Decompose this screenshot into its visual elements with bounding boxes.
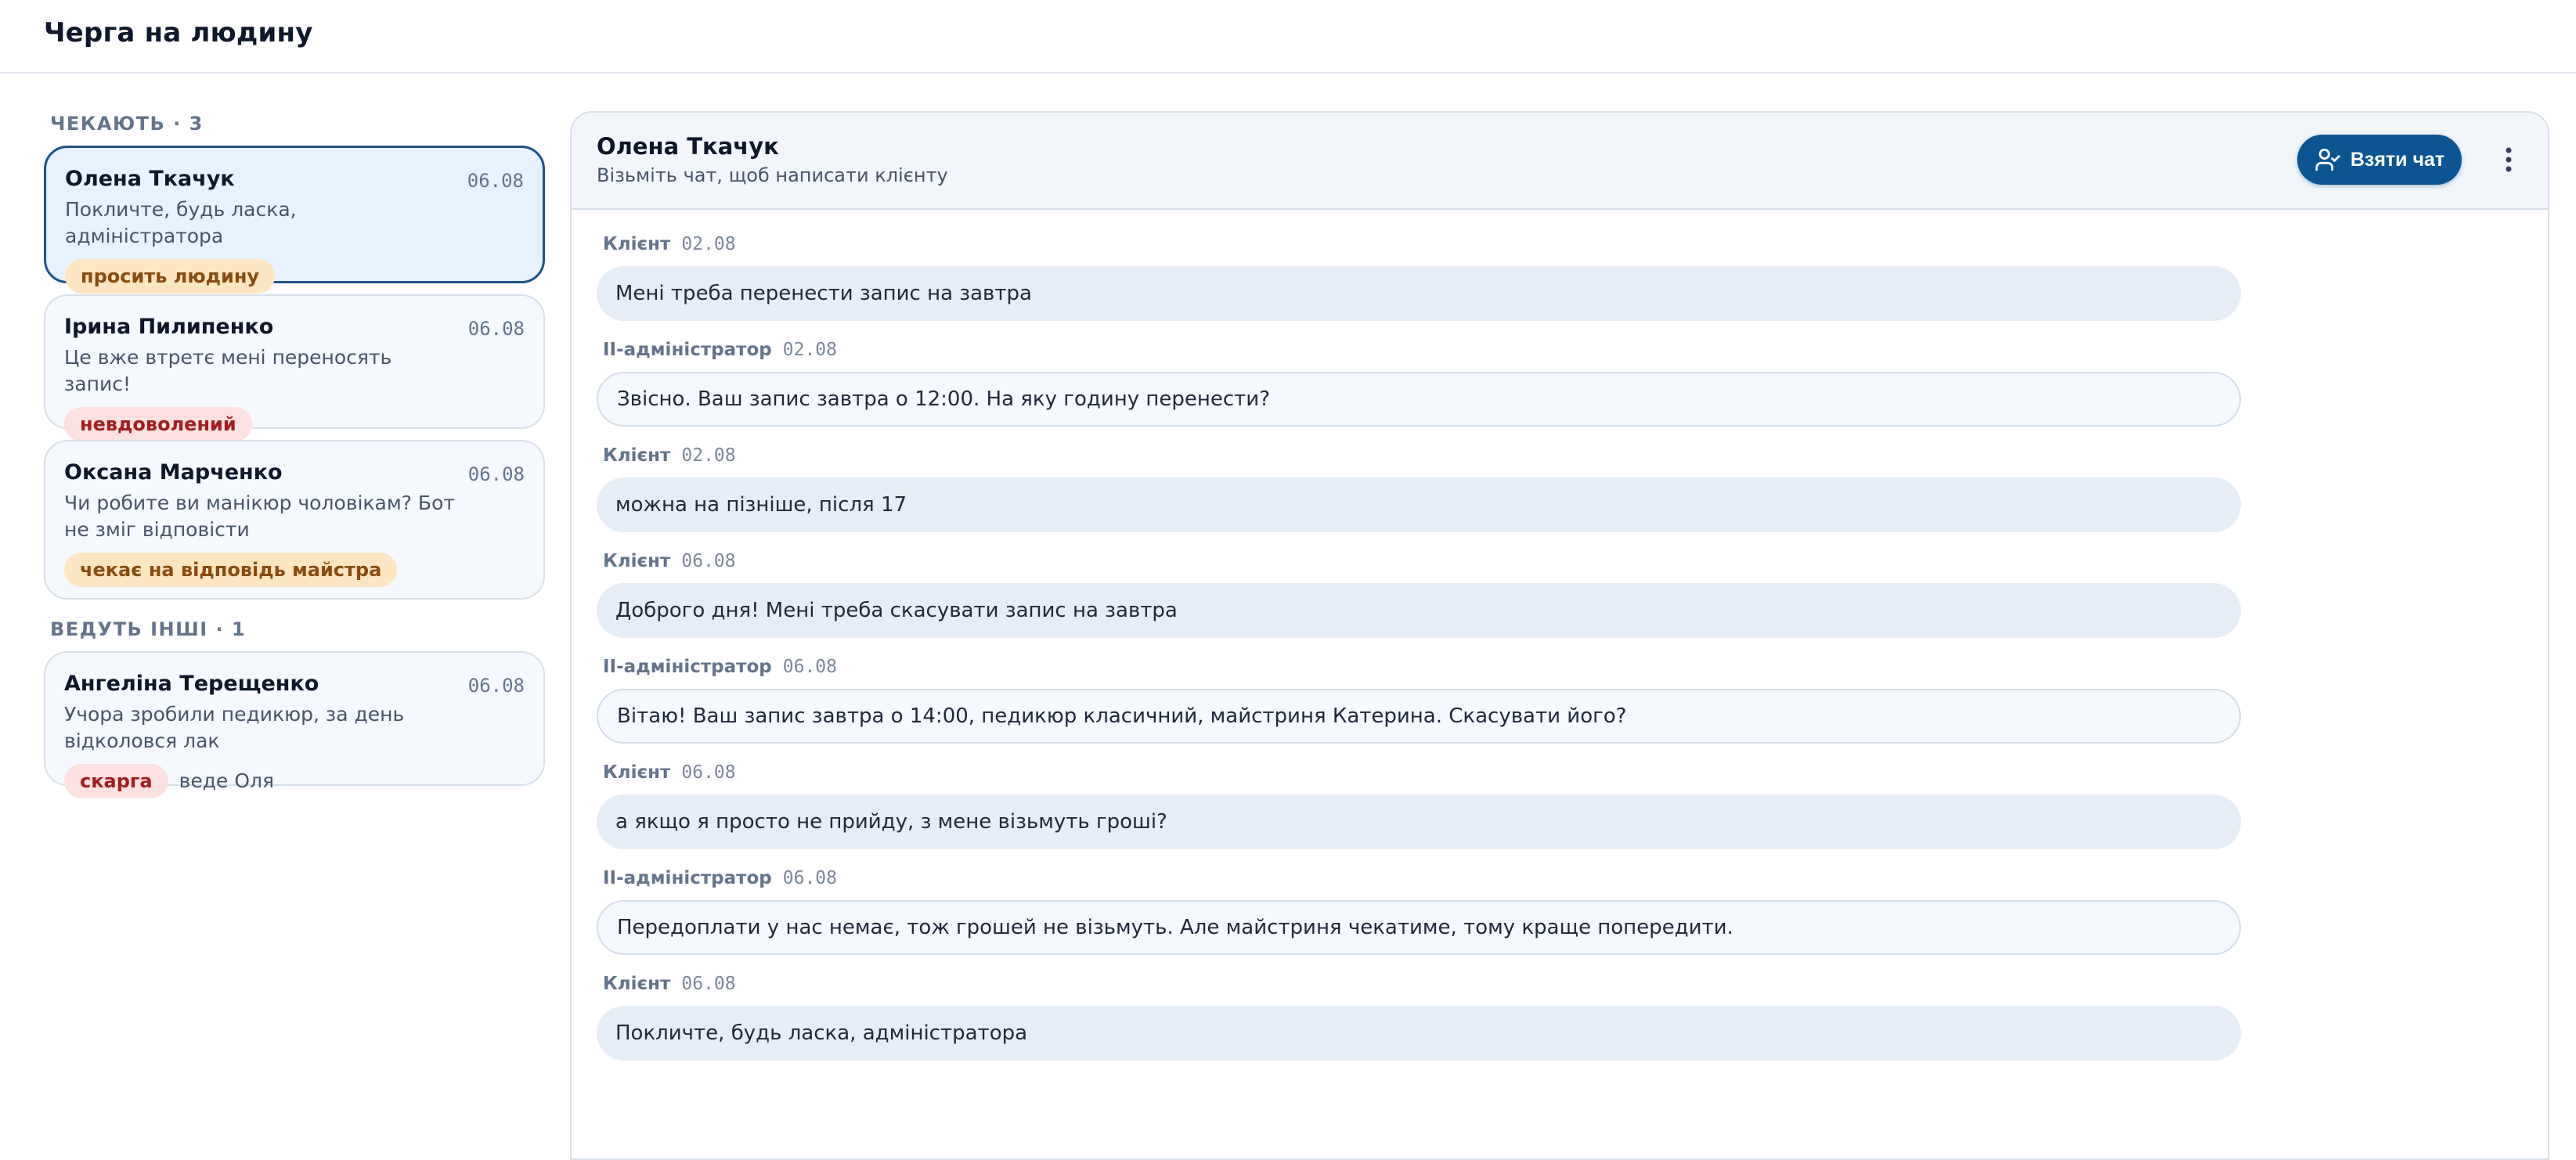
- more-vertical-icon: [2506, 147, 2512, 172]
- take-chat-button[interactable]: Взяти чат: [2297, 135, 2462, 185]
- chat-panel: Олена Ткачук Візьміть чат, щоб написати …: [570, 111, 2549, 1160]
- message-bubble: а якщо я просто не прийду, з мене візьму…: [597, 794, 2241, 849]
- message-time: 06.08: [681, 762, 736, 783]
- card-owner: веде Оля: [179, 769, 275, 792]
- message-sender: Клієнт: [603, 234, 671, 254]
- status-badge: невдоволений: [64, 407, 252, 441]
- user-check-icon: [2315, 148, 2340, 171]
- message-time: 06.08: [782, 657, 838, 677]
- card-name: Олена Ткачук: [65, 167, 235, 191]
- message: Клієнт 06.08 а якщо я просто не прийду, з…: [597, 758, 2241, 864]
- card-name: Ангеліна Терещенко: [64, 672, 319, 696]
- message-time: 06.08: [681, 551, 736, 571]
- message-sender: ІІ-адміністратор: [603, 340, 772, 360]
- card-date: 06.08: [467, 675, 525, 697]
- card-name: Оксана Марченко: [64, 460, 283, 485]
- queue-card[interactable]: Ангеліна Терещенко 06.08 Учора зробили п…: [44, 651, 545, 798]
- message-bubble: можна на пізніше, після 17: [597, 477, 2241, 532]
- message-bubble: Звісно. Ваш запис завтра о 12:00. На яку…: [597, 372, 2241, 427]
- message-sender: Клієнт: [603, 762, 671, 783]
- message-bubble: Мені треба перенести запис на завтра: [597, 266, 2241, 321]
- message-time: 06.08: [681, 974, 736, 994]
- status-badge: скарга: [64, 764, 168, 798]
- card-preview: Покличте, будь ласка, адміністратора: [65, 198, 297, 247]
- message: Клієнт 02.08 можна на пізніше, після 17: [597, 441, 2241, 547]
- message-bubble: Передоплати у нас немає, тож грошей не в…: [597, 900, 2241, 955]
- status-badge: просить людину: [65, 259, 276, 294]
- message: ІІ-адміністратор 02.08 Звісно. Ваш запис …: [597, 336, 2241, 441]
- queue-card[interactable]: Оксана Марченко 06.08 Чи робите ви манік…: [44, 440, 545, 600]
- top-bar: Черга на людину: [0, 0, 2576, 74]
- card-preview: Це вже втретє мені переносять запис!: [64, 346, 392, 395]
- card-name: Ірина Пилипенко: [64, 315, 274, 339]
- waiting-section-label: ЧЕКАЮТЬ · 3: [50, 113, 204, 135]
- chat-contact-name: Олена Ткачук: [597, 133, 779, 160]
- message-sender: Клієнт: [603, 974, 671, 994]
- message-sender: ІІ-адміністратор: [603, 657, 772, 677]
- message: Клієнт 06.08 Доброго дня! Мені треба скас…: [597, 547, 2241, 653]
- page-title: Черга на людину: [44, 17, 313, 49]
- message-time: 02.08: [782, 340, 838, 360]
- message-time: 02.08: [681, 234, 736, 254]
- message: ІІ-адміністратор 06.08 Вітаю! Ваш запис з…: [597, 653, 2241, 758]
- chat-subtitle: Візьміть чат, щоб написати клієнту: [597, 164, 948, 186]
- card-preview: Чи робите ви манікюр чоловікам? Бот не з…: [64, 492, 455, 541]
- message-time: 02.08: [681, 445, 736, 466]
- more-options-button[interactable]: [2493, 144, 2524, 175]
- message: ІІ-адміністратор 06.08 Передоплати у нас …: [597, 864, 2241, 970]
- message-bubble: Вітаю! Ваш запис завтра о 14:00, педикюр…: [597, 689, 2241, 744]
- card-date: 06.08: [467, 318, 525, 340]
- card-date: 06.08: [467, 463, 525, 485]
- card-date: 06.08: [467, 170, 524, 192]
- message-list: Клієнт 02.08 Мені треба перенести запис н…: [597, 230, 2241, 1075]
- status-badge: чекає на відповідь майстра: [64, 553, 398, 587]
- chat-header: Олена Ткачук Візьміть чат, щоб написати …: [572, 113, 2548, 210]
- message-bubble: Покличте, будь ласка, адміністратора: [597, 1006, 2241, 1061]
- message-sender: Клієнт: [603, 445, 671, 466]
- queue-card[interactable]: Ірина Пилипенко 06.08 Це вже втретє мені…: [44, 294, 545, 441]
- card-preview: Учора зробили педикюр, за день відколовс…: [64, 703, 405, 752]
- queue-card[interactable]: Олена Ткачук 06.08 Покличте, будь ласка,…: [44, 146, 545, 294]
- message-sender: ІІ-адміністратор: [603, 868, 772, 888]
- queue-sidebar: ЧЕКАЮТЬ · 3 Олена Ткачук 06.08 Покличте,…: [44, 110, 545, 798]
- message-bubble: Доброго дня! Мені треба скасувати запис …: [597, 583, 2241, 638]
- message-time: 06.08: [782, 868, 838, 888]
- message: Клієнт 02.08 Мені треба перенести запис н…: [597, 230, 2241, 336]
- others-section-label: ВЕДУТЬ ІНШІ · 1: [50, 618, 247, 640]
- message-sender: Клієнт: [603, 551, 671, 571]
- take-chat-label: Взяти чат: [2350, 148, 2445, 171]
- message: Клієнт 06.08 Покличте, будь ласка, адміні…: [597, 970, 2241, 1075]
